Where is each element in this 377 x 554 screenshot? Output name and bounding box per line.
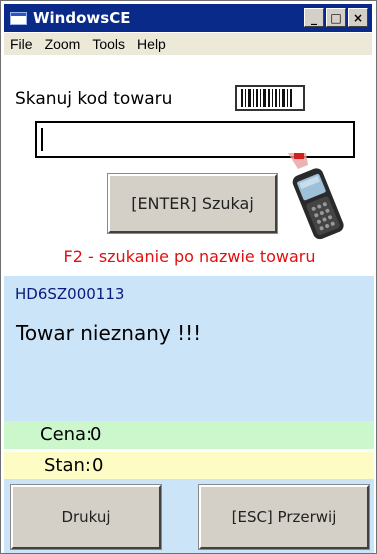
app-window: WindowsCE _ □ × File Zoom Tools Help Ska… [0,0,377,554]
close-button[interactable]: × [348,8,368,27]
stock-row: Stan: 0 [4,452,374,479]
menu-file[interactable]: File [4,36,39,52]
cancel-button[interactable]: [ESC] Przerwij [198,484,370,550]
barcode-icon [235,85,305,111]
menu-tools[interactable]: Tools [86,36,131,52]
price-value: 0 [90,424,102,445]
window-title: WindowsCE [33,9,131,27]
minimize-button[interactable]: _ [304,8,324,27]
scan-label: Skanuj kod towaru [15,89,173,109]
menu-help[interactable]: Help [131,36,172,52]
product-status-message: Towar nieznany !!! [16,321,202,345]
stock-label: Stan: [44,455,91,476]
title-bar: WindowsCE _ □ × [4,4,372,32]
name-search-hint: F2 - szukanie po nazwie towaru [63,247,316,266]
menu-zoom[interactable]: Zoom [39,36,87,52]
price-label: Cena: [40,424,93,445]
price-row: Cena: 0 [4,421,374,449]
window-controls: _ □ × [304,8,368,27]
menu-bar: File Zoom Tools Help [4,33,372,55]
stock-value: 0 [92,455,104,476]
search-button[interactable]: [ENTER] Szukaj [107,173,278,234]
window-icon [10,11,27,25]
maximize-button[interactable]: □ [326,8,346,27]
product-code: HD6SZ000113 [15,285,125,303]
print-button[interactable]: Drukuj [10,484,162,550]
text-caret [41,128,43,151]
handheld-scanner-icon [288,153,344,240]
